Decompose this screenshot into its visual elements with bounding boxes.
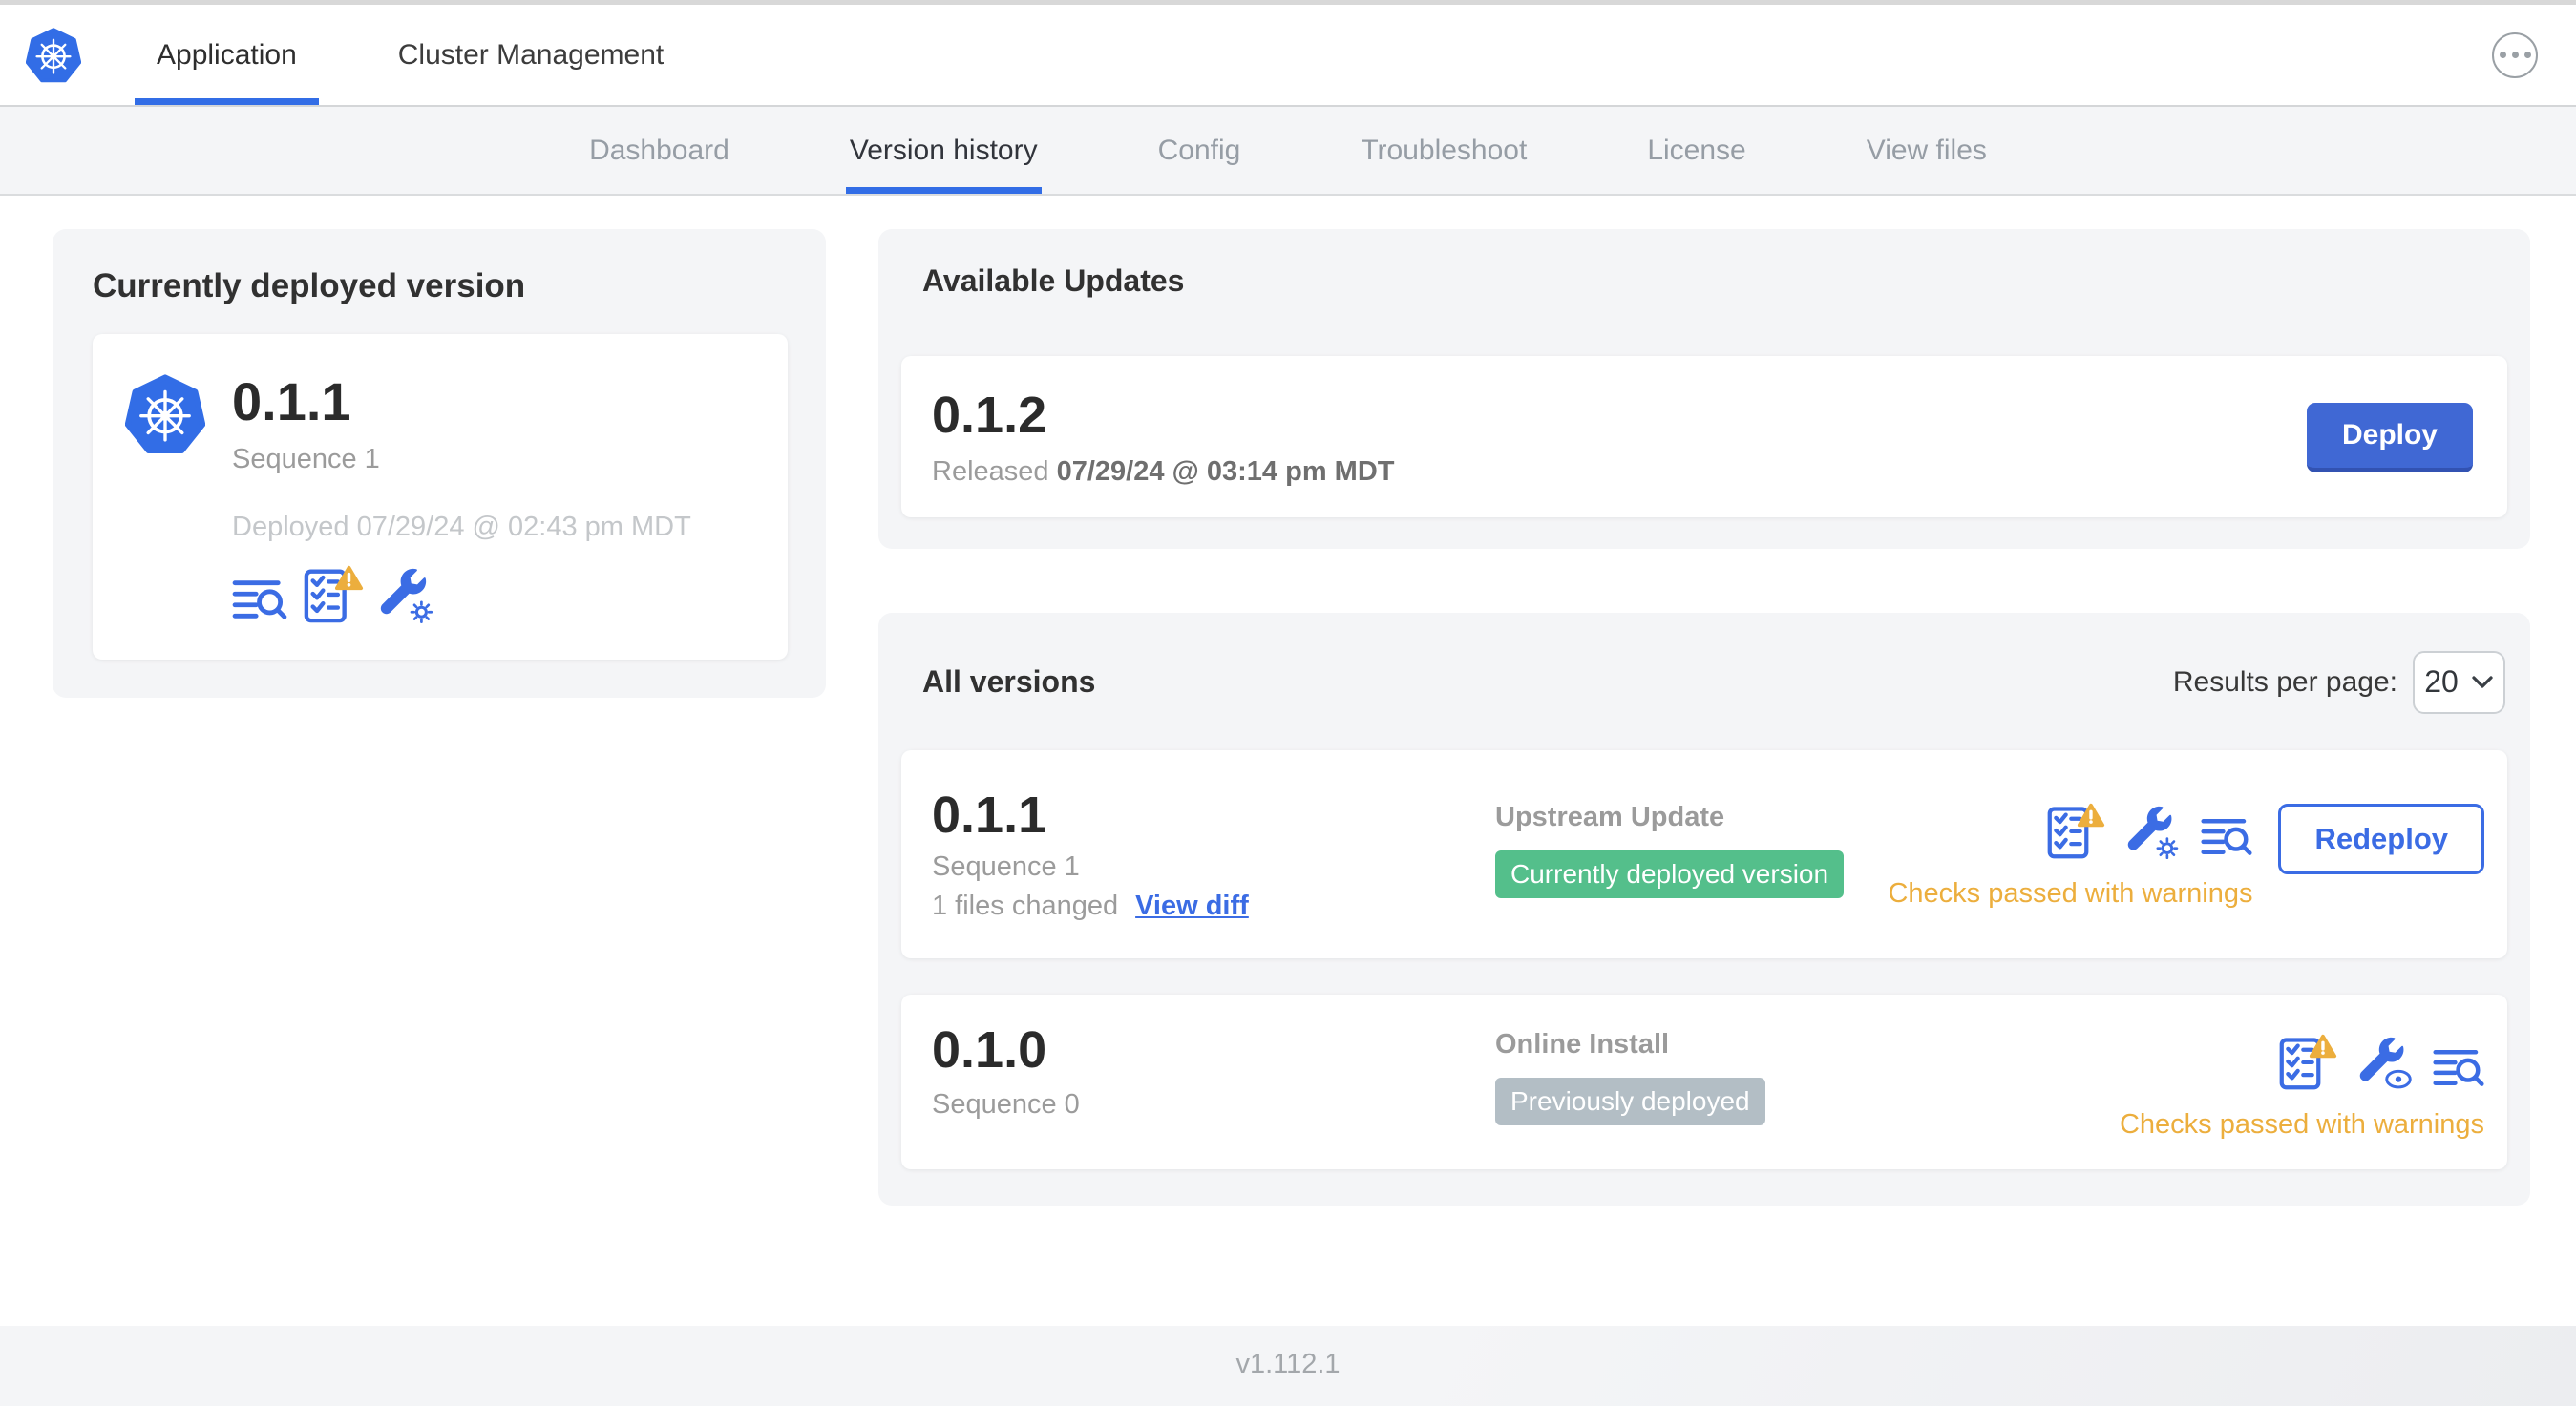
subnav-tab-config[interactable]: Config [1154,107,1245,194]
tab-application[interactable]: Application [135,5,319,105]
app-version-icon [125,374,205,454]
currently-deployed-title: Currently deployed version [93,267,526,304]
view-config-icon[interactable] [2358,1037,2412,1090]
view-logs-icon[interactable] [2201,814,2252,859]
all-versions-title: All versions [922,664,1096,700]
deployed-timestamp: Deployed 07/29/24 @ 02:43 pm MDT [232,511,691,542]
release-timestamp: Released 07/29/24 @ 03:14 pm MDT [932,455,1395,487]
available-updates-section: Available Updates 0.1.2 Released 07/29/2… [878,229,2530,549]
deployment-status-badge: Currently deployed version [1495,850,1845,898]
deployed-version-tile: 0.1.1 Sequence 1 Deployed 07/29/24 @ 02:… [93,334,788,660]
tab-cluster-management[interactable]: Cluster Management [376,5,686,105]
results-per-page-label: Results per page: [2172,665,2397,698]
ellipsis-icon [2499,52,2506,58]
preflight-checks-warning-icon[interactable] [2278,1033,2337,1090]
all-versions-section: All versions Results per page: 20 0.1.1 … [878,612,2530,1207]
subnav-tab-troubleshoot[interactable]: Troubleshoot [1357,107,1531,194]
deployed-sequence-label: Sequence 1 [232,443,380,474]
edit-config-icon[interactable] [2126,806,2180,859]
subnav-tab-dashboard[interactable]: Dashboard [585,107,733,194]
results-per-page-select[interactable]: 20 [2413,650,2505,714]
main-content: Currently deployed version 0.1.1 Sequenc… [0,196,2576,1207]
row-sequence-label: Sequence 1 [932,851,1080,883]
subnav-tab-view-files[interactable]: View files [1863,107,1991,194]
version-source-label: Upstream Update [1495,801,1725,832]
row-version-number: 0.1.1 [932,786,1047,844]
view-logs-icon[interactable] [2433,1045,2484,1090]
subnav-tab-version-history[interactable]: Version history [845,107,1042,194]
preflight-checks-warning-icon[interactable] [2046,802,2105,859]
row-sequence-label: Sequence 0 [932,1089,1080,1121]
view-diff-link[interactable]: View diff [1135,891,1249,922]
more-menu-button[interactable] [2492,31,2538,78]
tab-application-label: Application [157,38,297,71]
version-row-0-1-1: 0.1.1 Sequence 1 1 files changed View di… [901,749,2507,959]
edit-config-icon[interactable] [379,568,434,623]
version-row-0-1-0: 0.1.0 Sequence 0 Online Install Previous… [901,995,2507,1170]
app-subnav: Dashboard Version history Config Trouble… [0,107,2576,196]
deploy-button[interactable]: Deploy [2306,403,2473,473]
update-version-number: 0.1.2 [932,387,1047,444]
deployment-status-badge: Previously deployed [1495,1078,1765,1126]
app-header: Application Cluster Management [0,5,2576,107]
version-source-label: Online Install [1495,1029,1670,1060]
files-changed-label: 1 files changed [932,891,1119,922]
brand-logo [26,5,81,105]
deployed-version-number: 0.1.1 [232,371,351,431]
row-version-number: 0.1.0 [932,1021,1047,1080]
available-update-row: 0.1.2 Released 07/29/24 @ 03:14 pm MDT D… [901,356,2507,517]
checks-status-text: Checks passed with warnings [2119,1109,2484,1141]
currently-deployed-card: Currently deployed version 0.1.1 Sequenc… [53,229,826,698]
available-updates-title: Available Updates [922,263,1185,298]
page-footer: v1.112.1 [0,1326,2576,1406]
subnav-tab-license[interactable]: License [1643,107,1749,194]
redeploy-button[interactable]: Redeploy [2278,803,2484,874]
chevron-down-icon [2472,676,2493,688]
preflight-checks-warning-icon[interactable] [303,564,364,623]
view-logs-icon[interactable] [232,576,287,623]
kubernetes-logo-icon [26,28,81,83]
console-version: v1.112.1 [1235,1349,1341,1380]
checks-status-text: Checks passed with warnings [1888,877,2253,909]
tab-cluster-management-label: Cluster Management [397,38,665,71]
